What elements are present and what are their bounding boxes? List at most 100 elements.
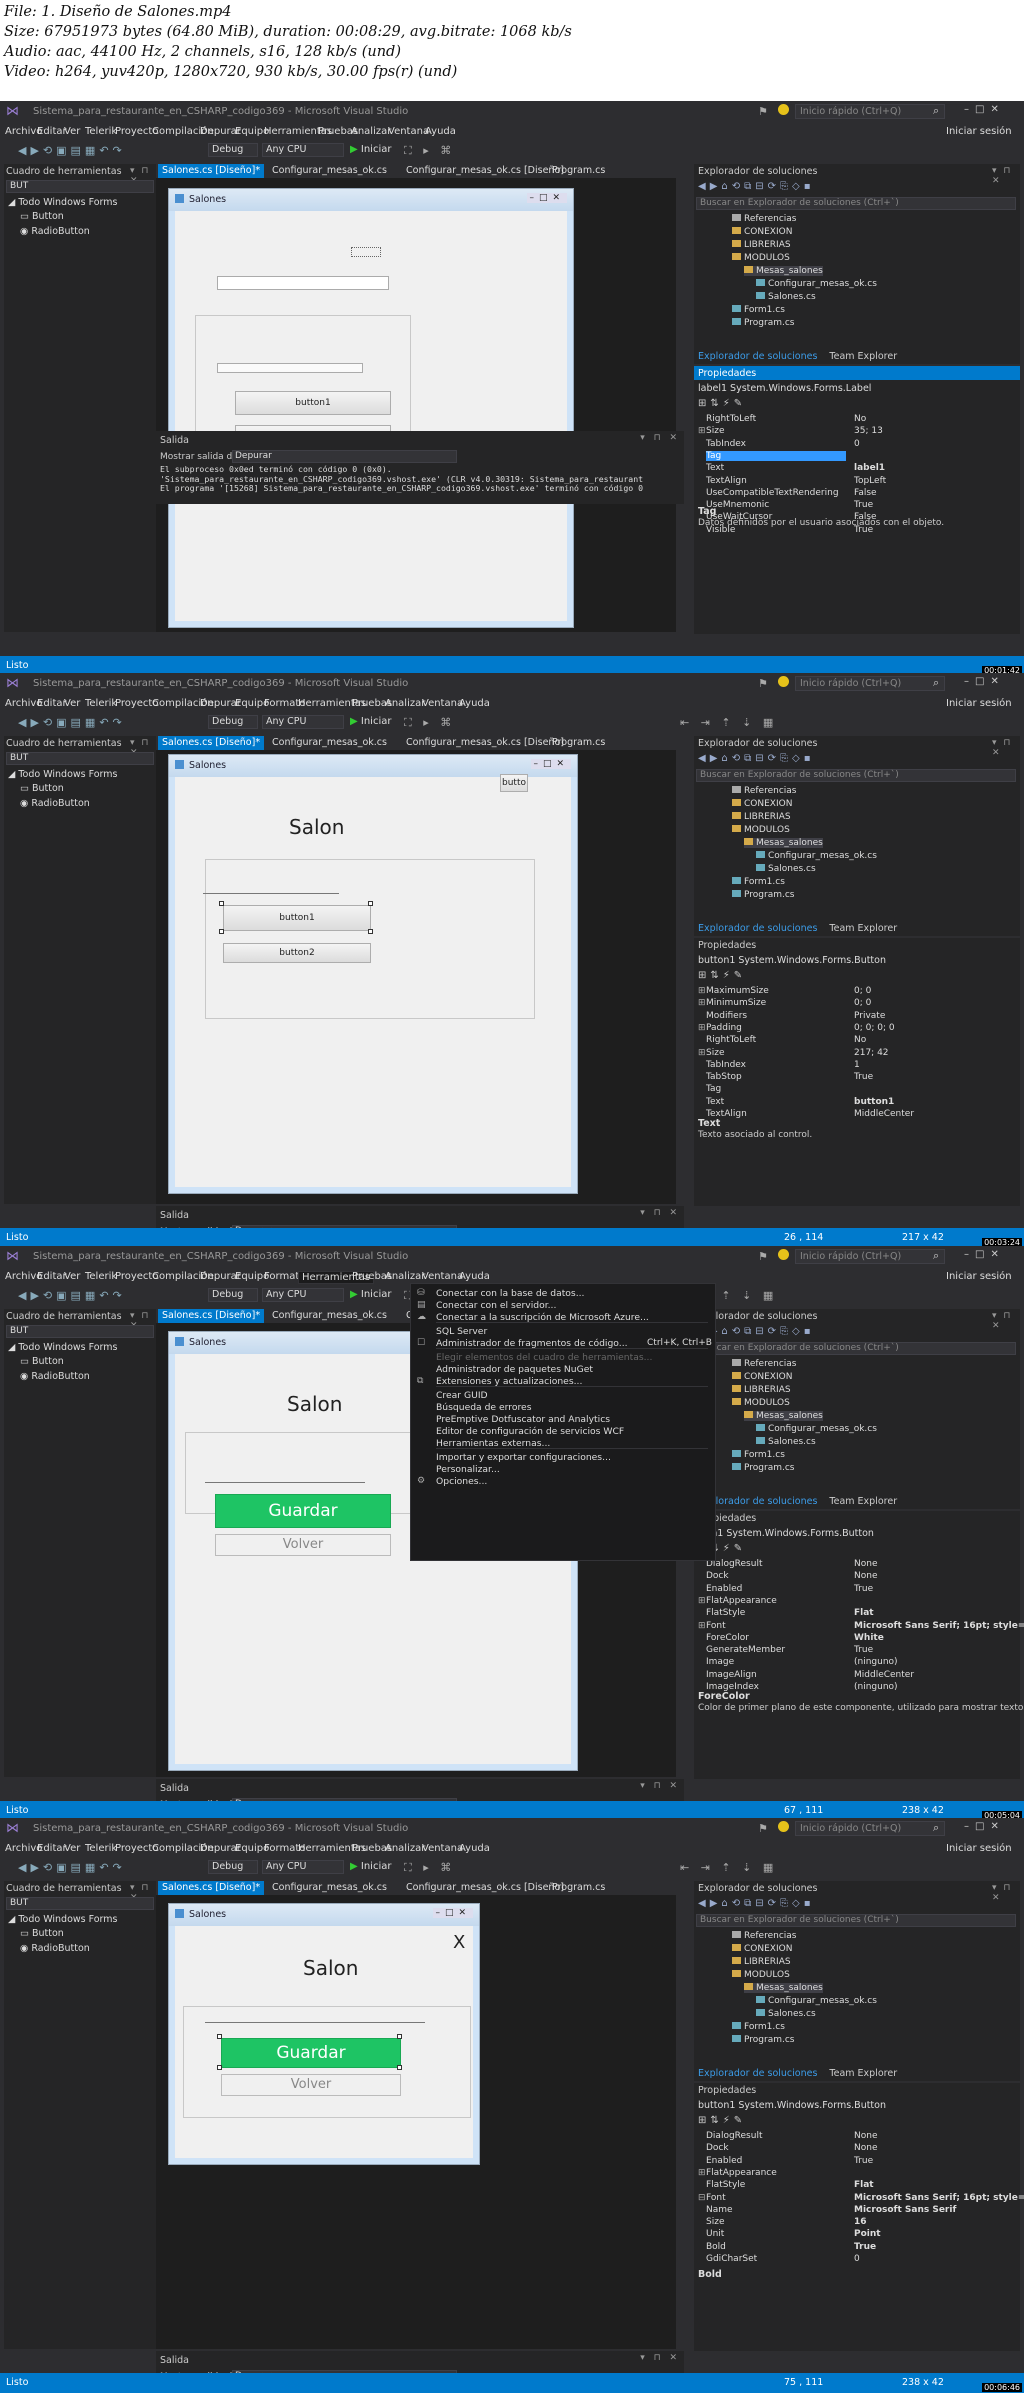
tab-team-explorer[interactable]: Team Explorer <box>829 923 897 934</box>
tools-menu-item[interactable]: Personalizar... <box>436 1464 500 1475</box>
toolbox-search-input[interactable]: BUT <box>6 1325 154 1338</box>
guardar-button[interactable]: Guardar <box>221 2038 401 2068</box>
quick-launch-input[interactable]: Inicio rápido (Ctrl+Q) <box>795 104 945 119</box>
property-row[interactable]: TabIndex 0 <box>698 439 1008 451</box>
groupbox[interactable] <box>205 859 535 1019</box>
tab-1[interactable]: Configurar_mesas_ok.cs <box>268 736 396 750</box>
menu-editar[interactable]: Editar <box>37 1843 67 1854</box>
feedback-smiley-icon[interactable] <box>778 1249 789 1260</box>
properties-object-select[interactable]: tton1 System.Windows.Forms.Button <box>698 1528 874 1539</box>
volver-button[interactable]: Volver <box>221 2074 401 2096</box>
notification-flag-icon[interactable]: ⚑ <box>758 105 768 118</box>
tree-item-program-cs[interactable]: Program.cs <box>732 2035 794 2045</box>
toolbox-item-button[interactable]: ▭ Button <box>20 1356 64 1367</box>
volver-button[interactable]: Volver <box>215 1534 391 1556</box>
toolbar-icons[interactable]: ◀▶⟲▣▤▦↶↷ <box>18 1861 126 1874</box>
menu-ver[interactable]: Ver <box>64 1843 80 1854</box>
button2[interactable]: button2 <box>223 943 371 963</box>
butto-button[interactable]: butto <box>500 774 528 792</box>
format-toolbar-icons[interactable]: ⇤ ⇥ ⇡ ⇣ ▦ <box>680 716 777 729</box>
start-button[interactable]: ▶ Iniciar <box>350 716 391 727</box>
tree-item-configurar-mesas-ok-cs[interactable]: Configurar_mesas_ok.cs <box>756 851 877 861</box>
tree-item-configurar-mesas-ok-cs[interactable]: Configurar_mesas_ok.cs <box>756 1424 877 1434</box>
button1[interactable]: button1 <box>223 905 371 931</box>
property-row[interactable]: Dock None <box>698 2143 1008 2155</box>
toolbar-extra-icons[interactable]: ⛶ ▸ ⌘ <box>404 1861 455 1875</box>
properties-object-select[interactable]: label1 System.Windows.Forms.Label <box>698 383 871 394</box>
platform-select[interactable]: Any CPU <box>262 1860 344 1874</box>
property-row[interactable]: ImageAlign MiddleCenter <box>698 1670 1008 1682</box>
menu-analizar[interactable]: Analizar <box>385 1271 425 1282</box>
tree-item-mesas-salones[interactable]: Mesas_salones <box>744 1411 823 1421</box>
property-row[interactable]: Dock None <box>698 1571 1008 1583</box>
platform-select[interactable]: Any CPU <box>262 715 344 729</box>
toolbar-extra-icons[interactable]: ⛶ ▸ ⌘ <box>404 144 455 158</box>
tools-menu-item[interactable]: Crear GUID <box>436 1390 488 1401</box>
tree-item-configurar-mesas-ok-cs[interactable]: Configurar_mesas_ok.cs <box>756 279 877 289</box>
property-row[interactable]: Enabled True <box>698 2156 1008 2168</box>
property-row[interactable]: Tag <box>698 450 1008 463</box>
property-row[interactable]: TabIndex 1 <box>698 1060 1008 1072</box>
tree-item-librerias[interactable]: LIBRERIAS <box>732 1957 791 1967</box>
toolbox-group[interactable]: ◢ Todo Windows Forms <box>8 1342 118 1353</box>
tools-menu-item[interactable]: SQL Server <box>436 1326 487 1337</box>
panel-pin-icon[interactable]: ▾ ⊓ ✕ <box>640 1208 680 1218</box>
toolbox-item-button[interactable]: ▭ Button <box>20 211 64 222</box>
property-row[interactable]: ⊞ Size 217; 42 <box>698 1048 1008 1060</box>
tab-3[interactable]: Program.cs <box>548 164 606 178</box>
menu-ventana[interactable]: Ventana <box>422 1843 463 1854</box>
tools-menu-item[interactable]: Importar y exportar configuraciones... <box>436 1452 611 1463</box>
textbox-top[interactable] <box>217 276 389 290</box>
tree-item-form1-cs[interactable]: Form1.cs <box>732 1450 785 1460</box>
properties-object-select[interactable]: button1 System.Windows.Forms.Button <box>698 2100 886 2111</box>
format-toolbar-icons[interactable]: ⇤ ⇥ ⇡ ⇣ ▦ <box>680 1861 777 1874</box>
property-row[interactable]: FlatStyle Flat <box>698 1608 1008 1620</box>
property-row[interactable]: Size 16 <box>698 2217 1008 2229</box>
property-row[interactable]: DialogResult None <box>698 1559 1008 1571</box>
tree-item-configurar-mesas-ok-cs[interactable]: Configurar_mesas_ok.cs <box>756 1996 877 2006</box>
tools-menu-item[interactable]: Editor de configuración de servicios WCF <box>436 1426 624 1437</box>
tree-item-mesas-salones[interactable]: Mesas_salones <box>744 838 823 848</box>
tools-menu-item[interactable]: Opciones... <box>436 1476 487 1487</box>
tree-item-librerias[interactable]: LIBRERIAS <box>732 1385 791 1395</box>
panel-pin-icon[interactable]: ▾ ⊓ ✕ <box>640 2353 680 2363</box>
tree-item-referencias[interactable]: Referencias <box>732 1359 797 1369</box>
toolbox-group[interactable]: ◢ Todo Windows Forms <box>8 197 118 208</box>
tab-2[interactable]: Configurar_mesas_ok.cs [Diseño] <box>402 1881 564 1895</box>
window-controls[interactable]: –□✕ <box>964 104 1005 115</box>
toolbox-search-input[interactable]: BUT <box>6 180 154 193</box>
tab-3[interactable]: Program.cs <box>548 736 606 750</box>
toolbox-group[interactable]: ◢ Todo Windows Forms <box>8 1914 118 1925</box>
quick-launch-input[interactable]: Inicio rápido (Ctrl+Q) <box>795 1249 945 1264</box>
property-row[interactable]: UseCompatibleTextRendering False <box>698 488 1008 500</box>
designer-scrollbar[interactable] <box>676 178 684 632</box>
property-row[interactable]: ⊟ Font Microsoft Sans Serif; 16pt; style=B… <box>698 2193 1024 2205</box>
property-row[interactable]: Name Microsoft Sans Serif <box>698 2205 1008 2217</box>
property-row[interactable]: Image (ninguno) <box>698 1657 1008 1669</box>
toolbox-item-button[interactable]: ▭ Button <box>20 783 64 794</box>
platform-select[interactable]: Any CPU <box>262 143 344 157</box>
designer-scrollbar[interactable] <box>676 1895 684 2349</box>
tree-item-modulos[interactable]: MODULOS <box>732 1398 790 1408</box>
tools-menu-item[interactable]: Conectar con la base de datos... <box>436 1288 584 1299</box>
property-row[interactable]: Enabled True <box>698 1584 1008 1596</box>
panel-pin-icon[interactable]: ▾ ⊓ ✕ <box>992 1883 1020 1903</box>
guardar-button[interactable]: Guardar <box>215 1494 391 1528</box>
sign-in-link[interactable]: Iniciar sesión <box>946 1271 1012 1282</box>
tree-item-modulos[interactable]: MODULOS <box>732 825 790 835</box>
tab-2[interactable]: Configurar_mesas_ok.cs [Diseño] <box>402 164 564 178</box>
properties-toolbar-icons[interactable]: ⊞⇅⚡✎ <box>698 2115 746 2126</box>
config-select[interactable]: Debug <box>208 715 258 729</box>
toolbox-item-radiobutton[interactable]: ◉ RadioButton <box>20 226 90 237</box>
panel-pin-icon[interactable]: ▾ ⊓ ✕ <box>640 433 680 443</box>
tools-menu-item[interactable]: Conectar con el servidor... <box>436 1300 556 1311</box>
solution-search-input[interactable]: Buscar en Explorador de soluciones (Ctrl… <box>696 1342 1016 1355</box>
close-x-label[interactable]: X <box>453 1932 465 1953</box>
property-row[interactable]: ⊞ Padding 0; 0; 0; 0 <box>698 1023 1008 1035</box>
tab-3[interactable]: Program.cs <box>548 1881 606 1895</box>
tree-item-form1-cs[interactable]: Form1.cs <box>732 2022 785 2032</box>
panel-pin-icon[interactable]: ▾ ⊓ ✕ <box>992 1311 1020 1331</box>
menu-telerik[interactable]: Telerik <box>85 1271 117 1282</box>
search-icon[interactable]: ⌕ <box>933 1821 939 1835</box>
tab-team-explorer[interactable]: Team Explorer <box>829 2068 897 2079</box>
